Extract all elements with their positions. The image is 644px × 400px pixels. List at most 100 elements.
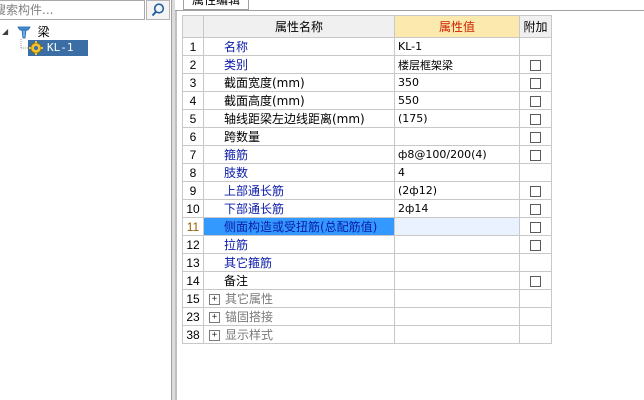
property-name-cell[interactable]: 拉筋 — [203, 235, 395, 254]
header-property-value[interactable]: 属性值 — [394, 15, 520, 38]
property-row[interactable]: 10 下部通长筋 2ф14 — [182, 199, 552, 218]
beam-category-icon — [16, 24, 32, 40]
attach-checkbox[interactable] — [530, 239, 541, 251]
property-name-cell[interactable]: 截面宽度(mm) — [203, 73, 395, 92]
attach-checkbox[interactable] — [530, 149, 541, 161]
group-row[interactable]: 15 + 其它属性 — [182, 289, 552, 308]
expand-plus-icon[interactable]: + — [209, 294, 220, 305]
property-row[interactable]: 13 其它箍筋 — [182, 253, 552, 272]
property-name-cell[interactable]: + 其它属性 — [203, 289, 395, 308]
attach-checkbox[interactable] — [530, 185, 541, 197]
property-value-cell[interactable]: 350 — [394, 73, 520, 92]
attach-cell — [519, 253, 552, 272]
grid-header-row: 属性名称 属性值 附加 — [182, 15, 552, 38]
attach-checkbox[interactable] — [530, 131, 541, 143]
attach-cell — [519, 127, 552, 146]
header-attach[interactable]: 附加 — [519, 15, 552, 38]
property-name: 跨数量 — [224, 130, 261, 144]
attach-cell — [519, 325, 552, 344]
property-value-cell[interactable]: ф8@100/200(4) — [394, 145, 520, 164]
property-value-cell[interactable] — [394, 289, 520, 308]
row-number: 8 — [182, 163, 204, 182]
property-value-cell[interactable] — [394, 235, 520, 254]
tree-node-beam[interactable]: ◢ 梁 — [2, 24, 52, 40]
attach-checkbox[interactable] — [530, 203, 541, 215]
property-name: 显示样式 — [225, 328, 274, 342]
property-name-cell[interactable]: 备注 — [203, 271, 395, 290]
property-name: 名称 — [224, 40, 249, 54]
property-value-cell[interactable]: (2ф12) — [394, 181, 520, 200]
property-row[interactable]: 6 跨数量 — [182, 127, 552, 146]
property-row[interactable]: 9 上部通长筋 (2ф12) — [182, 181, 552, 200]
property-value-cell[interactable]: 550 — [394, 91, 520, 110]
property-row[interactable]: 11 侧面构造或受扭筋(总配筋值) — [182, 217, 552, 236]
expand-plus-icon[interactable]: + — [209, 312, 220, 323]
property-name: 拉筋 — [224, 238, 249, 252]
expand-plus-icon[interactable]: + — [209, 330, 220, 341]
grid-body: 1 名称 KL-1 2 类别 楼层框架梁 3 截面宽度(mm) 350 4 截面高度(mm) 550 5… — [182, 37, 552, 344]
attach-cell — [519, 163, 552, 182]
group-row[interactable]: 23 + 锚固搭接 — [182, 307, 552, 326]
attach-checkbox[interactable] — [530, 59, 541, 71]
property-name-cell[interactable]: 其它箍筋 — [203, 253, 395, 272]
property-value-cell[interactable] — [394, 307, 520, 326]
search-input[interactable] — [0, 1, 143, 19]
attach-cell — [519, 109, 552, 128]
attach-checkbox[interactable] — [530, 221, 541, 233]
property-value-cell[interactable]: 2ф14 — [394, 199, 520, 218]
tab-property-editor[interactable]: 属性编辑 — [183, 0, 250, 10]
tree-node-label: 梁 — [37, 25, 50, 39]
property-name-cell[interactable]: + 显示样式 — [203, 325, 395, 344]
tab-strip: 属性编辑 — [175, 0, 644, 11]
property-name-cell[interactable]: 侧面构造或受扭筋(总配筋值) — [203, 217, 395, 236]
property-value-cell[interactable] — [394, 217, 520, 236]
property-row[interactable]: 5 轴线距梁左边线距离(mm) (175) — [182, 109, 552, 128]
property-name-cell[interactable]: + 锚固搭接 — [203, 307, 395, 326]
gear-icon — [28, 40, 44, 56]
property-row[interactable]: 8 肢数 4 — [182, 163, 552, 182]
property-value-cell[interactable]: KL-1 — [394, 37, 520, 56]
property-value-cell[interactable] — [394, 325, 520, 344]
property-name-cell[interactable]: 箍筋 — [203, 145, 395, 164]
property-value-cell[interactable]: 4 — [394, 163, 520, 182]
property-name-cell[interactable]: 下部通长筋 — [203, 199, 395, 218]
property-name-cell[interactable]: 截面高度(mm) — [203, 91, 395, 110]
panel-edge — [175, 11, 177, 400]
property-value-cell[interactable] — [394, 127, 520, 146]
property-name: 其它箍筋 — [224, 256, 273, 270]
search-button[interactable] — [146, 0, 170, 20]
property-value-cell[interactable] — [394, 253, 520, 272]
property-value-cell[interactable] — [394, 271, 520, 290]
property-row[interactable]: 2 类别 楼层框架梁 — [182, 55, 552, 74]
tree-expander-icon[interactable]: ◢ — [2, 24, 12, 40]
property-name-cell[interactable]: 肢数 — [203, 163, 395, 182]
property-name-cell[interactable]: 跨数量 — [203, 127, 395, 146]
row-number: 38 — [182, 325, 204, 344]
attach-checkbox[interactable] — [530, 275, 541, 287]
property-row[interactable]: 4 截面高度(mm) 550 — [182, 91, 552, 110]
row-number: 11 — [182, 217, 204, 236]
property-name-cell[interactable]: 轴线距梁左边线距离(mm) — [203, 109, 395, 128]
group-row[interactable]: 38 + 显示样式 — [182, 325, 552, 344]
property-row[interactable]: 3 截面宽度(mm) 350 — [182, 73, 552, 92]
tree-node-label: KL-1 — [44, 40, 88, 56]
property-name: 类别 — [224, 58, 249, 72]
attach-checkbox[interactable] — [530, 113, 541, 125]
property-row[interactable]: 14 备注 — [182, 271, 552, 290]
property-row[interactable]: 1 名称 KL-1 — [182, 37, 552, 56]
attach-checkbox[interactable] — [530, 95, 541, 107]
row-number: 3 — [182, 73, 204, 92]
property-value-cell[interactable]: 楼层框架梁 — [394, 55, 520, 74]
attach-checkbox[interactable] — [530, 77, 541, 89]
property-name-cell[interactable]: 类别 — [203, 55, 395, 74]
tree-node-kl-1[interactable]: KL-1 — [28, 40, 88, 56]
property-row[interactable]: 12 拉筋 — [182, 235, 552, 254]
header-property-name[interactable]: 属性名称 — [203, 15, 395, 38]
property-row[interactable]: 7 箍筋 ф8@100/200(4) — [182, 145, 552, 164]
property-value-cell[interactable]: (175) — [394, 109, 520, 128]
property-name-cell[interactable]: 上部通长筋 — [203, 181, 395, 200]
search-box — [0, 0, 145, 20]
property-name-cell[interactable]: 名称 — [203, 37, 395, 56]
property-name: 上部通长筋 — [224, 184, 285, 198]
attach-cell — [519, 91, 552, 110]
